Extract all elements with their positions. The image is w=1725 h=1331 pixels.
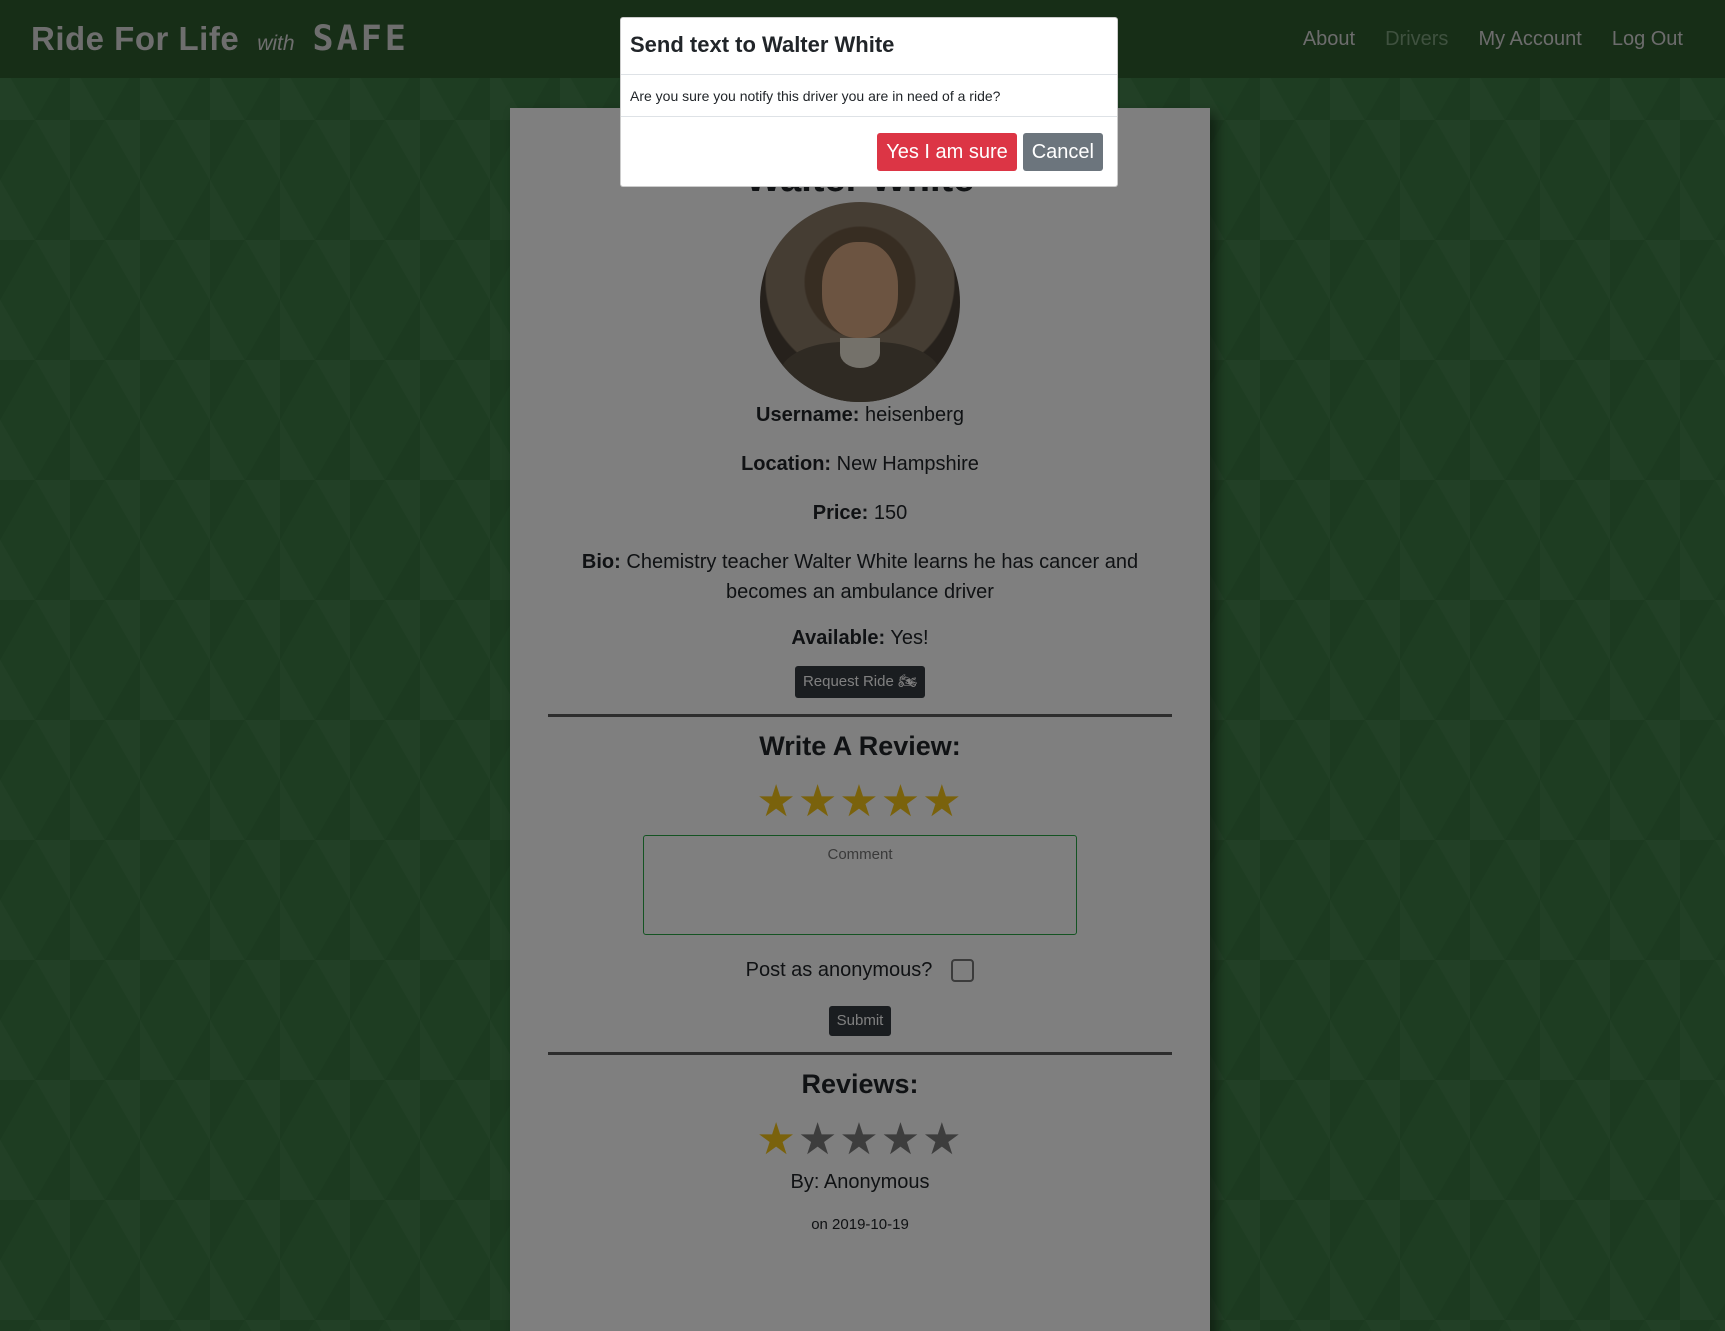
send-text-modal: Send text to Walter White Are you sure y… bbox=[620, 17, 1118, 187]
modal-header: Send text to Walter White bbox=[621, 18, 1117, 75]
modal-title: Send text to Walter White bbox=[630, 32, 895, 57]
confirm-button[interactable]: Yes I am sure bbox=[877, 132, 1017, 171]
cancel-button[interactable]: Cancel bbox=[1022, 132, 1103, 171]
modal-footer: Yes I am sure Cancel bbox=[621, 117, 1117, 186]
modal-backdrop[interactable] bbox=[0, 0, 1725, 1331]
modal-body: Are you sure you notify this driver you … bbox=[621, 75, 1117, 117]
